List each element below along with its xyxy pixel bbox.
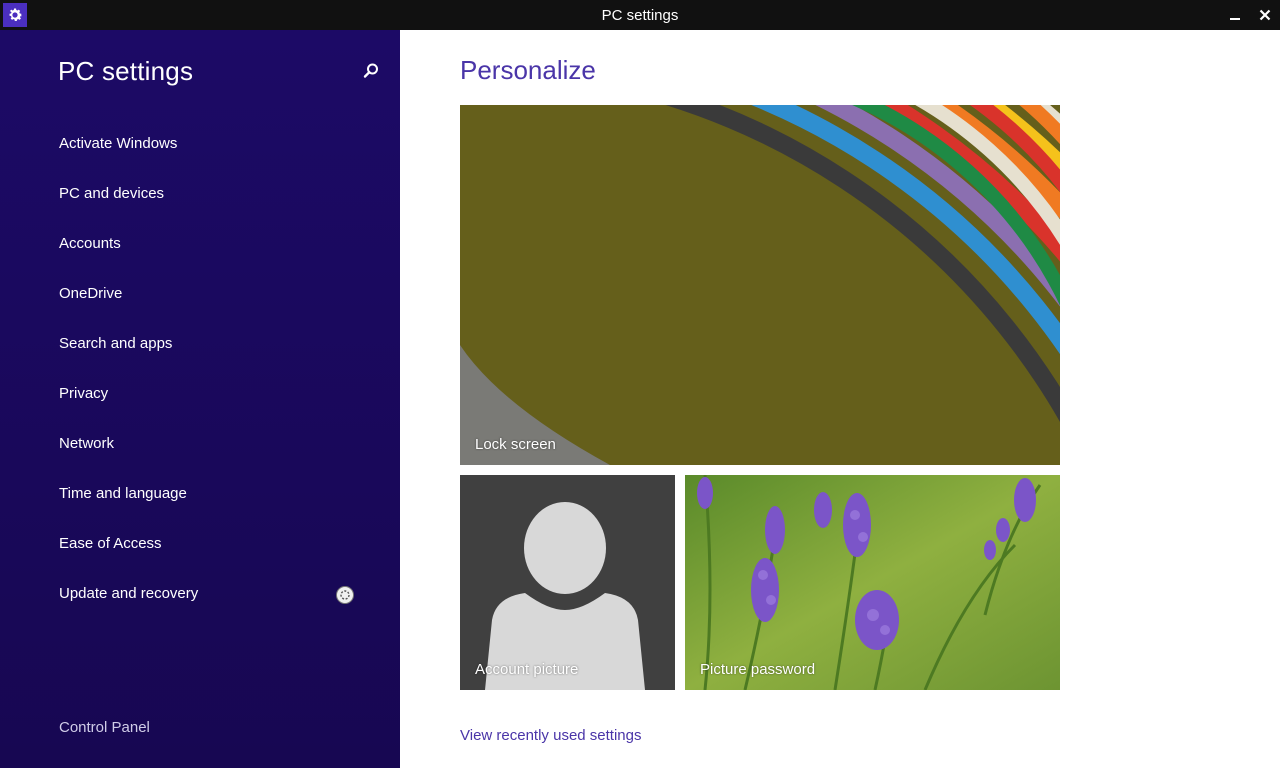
- sidebar-item-accounts[interactable]: Accounts: [0, 224, 400, 274]
- window-title: PC settings: [601, 7, 679, 24]
- sidebar-item-label: Time and language: [59, 484, 187, 502]
- minimize-icon: [1230, 18, 1240, 20]
- sidebar-item-network[interactable]: Network: [0, 424, 400, 474]
- sidebar: PC settings Activate Windows PC and devi…: [0, 30, 400, 768]
- sidebar-item-privacy[interactable]: Privacy: [0, 374, 400, 424]
- sidebar-item-label: Network: [59, 434, 115, 452]
- sidebar-item-onedrive[interactable]: OneDrive: [0, 274, 400, 324]
- search-button[interactable]: [356, 58, 386, 84]
- close-icon: [1259, 9, 1271, 21]
- sidebar-item-time-and-language[interactable]: Time and language: [0, 474, 400, 524]
- page-title: Personalize: [460, 55, 596, 85]
- sidebar-item-activate-windows[interactable]: Activate Windows: [0, 124, 400, 174]
- sidebar-item-label: PC and devices: [59, 184, 165, 202]
- search-icon: [363, 63, 378, 78]
- main-content: Personalize Lock screen Account picture …: [400, 30, 1280, 768]
- lock-screen-label: Lock screen: [475, 436, 556, 453]
- lavender-image: [685, 475, 1060, 690]
- picture-password-label: Picture password: [700, 661, 816, 678]
- sidebar-item-label: Activate Windows: [59, 134, 178, 152]
- sidebar-title: PC settings: [58, 56, 194, 86]
- sidebar-nav: Activate Windows PC and devices Accounts…: [0, 124, 400, 624]
- sidebar-item-label: OneDrive: [59, 284, 123, 302]
- lock-screen-tile[interactable]: Lock screen: [460, 105, 1060, 465]
- sidebar-item-label: Ease of Access: [59, 534, 162, 552]
- sidebar-item-search-and-apps[interactable]: Search and apps: [0, 324, 400, 374]
- sidebar-item-label: Search and apps: [59, 334, 173, 352]
- sidebar-item-ease-of-access[interactable]: Ease of Access: [0, 524, 400, 574]
- sidebar-item-pc-and-devices[interactable]: PC and devices: [0, 174, 400, 224]
- title-bar: PC settings: [0, 0, 1280, 30]
- user-silhouette-icon: [460, 475, 675, 690]
- control-panel-link[interactable]: Control Panel: [59, 719, 150, 736]
- account-picture-label: Account picture: [475, 661, 579, 678]
- account-picture-tile[interactable]: Account picture: [460, 475, 675, 690]
- sidebar-item-label: Update and recovery: [59, 584, 199, 602]
- close-button[interactable]: [1248, 0, 1280, 30]
- busy-cursor-icon: [336, 586, 354, 604]
- view-recent-settings-link[interactable]: View recently used settings: [460, 727, 642, 744]
- picture-password-tile[interactable]: Picture password: [685, 475, 1060, 690]
- lock-screen-image: [460, 105, 1060, 465]
- sidebar-item-label: Accounts: [59, 234, 121, 252]
- sidebar-item-label: Privacy: [59, 384, 109, 402]
- minimize-button[interactable]: [1218, 0, 1252, 30]
